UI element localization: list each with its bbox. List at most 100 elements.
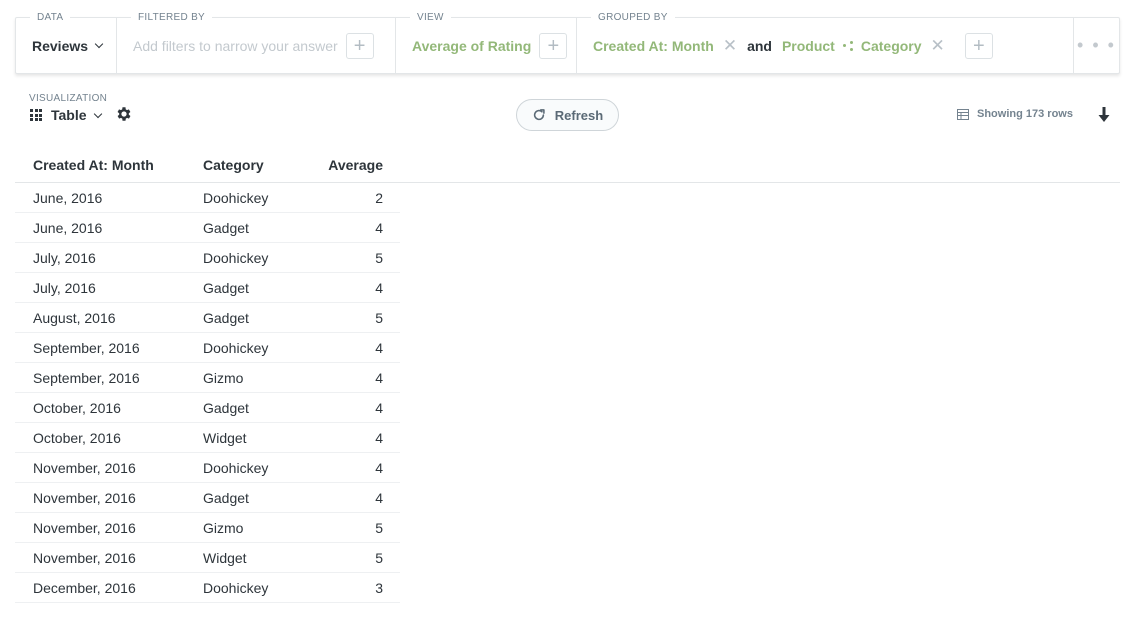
visualization-type-value: Table (51, 107, 87, 123)
refresh-label: Refresh (554, 107, 604, 123)
cell-category[interactable]: Widget (203, 430, 319, 446)
remove-breakout-month-icon[interactable]: ✕ (723, 37, 737, 54)
cell-average[interactable]: 4 (319, 280, 383, 296)
table-row: August, 2016 Gadget 5 (15, 303, 400, 333)
table-icon (957, 108, 969, 120)
cell-month[interactable]: July, 2016 (15, 250, 203, 266)
refresh-icon (533, 109, 545, 121)
table-row: October, 2016 Gadget 4 (15, 393, 400, 423)
connection-icon (842, 40, 853, 51)
cell-average[interactable]: 4 (319, 340, 383, 356)
query-builder-bar: DATA Reviews FILTERED BY Add filters to … (15, 12, 1120, 74)
table-row: October, 2016 Widget 4 (15, 423, 400, 453)
cell-average[interactable]: 5 (319, 310, 383, 326)
header-created-at-month[interactable]: Created At: Month (15, 157, 203, 173)
group-breakout-month[interactable]: Created At: Month (593, 38, 714, 54)
cell-category[interactable]: Gizmo (203, 370, 319, 386)
cell-category[interactable]: Doohickey (203, 190, 319, 206)
more-options-icon[interactable]: • • • (1077, 35, 1116, 56)
cell-category[interactable]: Doohickey (203, 580, 319, 596)
table-row: November, 2016 Doohickey 4 (15, 453, 400, 483)
cell-month[interactable]: September, 2016 (15, 340, 203, 356)
group-joiner: and (747, 37, 772, 54)
group-breakout-field[interactable]: Category (861, 38, 922, 54)
cell-month[interactable]: June, 2016 (15, 220, 203, 236)
add-breakout-button[interactable]: + (964, 32, 993, 59)
cell-average[interactable]: 5 (319, 520, 383, 536)
filter-placeholder[interactable]: Add filters to narrow your answer (133, 38, 338, 54)
data-section-label: DATA (30, 12, 71, 23)
chevron-down-icon (94, 39, 104, 49)
plus-icon: + (547, 34, 560, 57)
view-section: VIEW Average of Rating + (396, 12, 577, 73)
table-row: July, 2016 Gadget 4 (15, 273, 400, 303)
cell-category[interactable]: Doohickey (203, 460, 319, 476)
header-average[interactable]: Average (319, 157, 383, 173)
table-row: November, 2016 Widget 5 (15, 543, 400, 573)
cell-month[interactable]: December, 2016 (15, 580, 203, 596)
cell-average[interactable]: 5 (319, 550, 383, 566)
cell-month[interactable]: November, 2016 (15, 490, 203, 506)
cell-month[interactable]: October, 2016 (15, 430, 203, 446)
cell-month[interactable]: November, 2016 (15, 460, 203, 476)
row-count-info: Showing 173 rows (957, 108, 1073, 120)
header-category[interactable]: Category (203, 157, 319, 173)
group-section-label: GROUPED BY (591, 12, 675, 23)
table-body: June, 2016 Doohickey 2 June, 2016 Gadget 4 Jul… (15, 183, 1120, 603)
data-source-select[interactable]: Reviews (32, 37, 104, 54)
table-row: November, 2016 Gizmo 5 (15, 513, 400, 543)
cell-average[interactable]: 4 (319, 430, 383, 446)
cell-category[interactable]: Gadget (203, 490, 319, 506)
cell-category[interactable]: Doohickey (203, 340, 319, 356)
cell-category[interactable]: Gadget (203, 310, 319, 326)
remove-breakout-category-icon[interactable]: ✕ (931, 37, 945, 54)
table-row: July, 2016 Doohickey 5 (15, 243, 400, 273)
cell-average[interactable]: 2 (319, 190, 383, 206)
download-icon[interactable] (1097, 106, 1111, 124)
view-metric[interactable]: Average of Rating (412, 38, 531, 54)
cell-category[interactable]: Gadget (203, 400, 319, 416)
cell-month[interactable]: August, 2016 (15, 310, 203, 326)
visualization-label: VISUALIZATION (29, 93, 108, 104)
view-section-label: VIEW (410, 12, 451, 23)
cell-category[interactable]: Gadget (203, 220, 319, 236)
add-metric-button[interactable]: + (539, 32, 568, 59)
cell-month[interactable]: October, 2016 (15, 400, 203, 416)
gear-icon[interactable] (115, 105, 133, 123)
cell-month[interactable]: November, 2016 (15, 520, 203, 536)
cell-month[interactable]: June, 2016 (15, 190, 203, 206)
table-row: June, 2016 Gadget 4 (15, 213, 400, 243)
filter-section-label: FILTERED BY (131, 12, 213, 23)
plus-icon: + (972, 34, 985, 57)
data-section: DATA Reviews (16, 12, 117, 73)
cell-category[interactable]: Gizmo (203, 520, 319, 536)
cell-month[interactable]: July, 2016 (15, 280, 203, 296)
cell-category[interactable]: Doohickey (203, 250, 319, 266)
chevron-down-icon (93, 109, 102, 118)
plus-icon: + (353, 34, 366, 57)
table-header: Created At: Month Category Average (15, 147, 1120, 183)
cell-average[interactable]: 4 (319, 220, 383, 236)
cell-month[interactable]: November, 2016 (15, 550, 203, 566)
data-source-value: Reviews (32, 37, 89, 54)
cell-average[interactable]: 4 (319, 370, 383, 386)
table-row: December, 2016 Doohickey 3 (15, 573, 400, 603)
refresh-button[interactable]: Refresh (516, 99, 619, 131)
table-row: November, 2016 Gadget 4 (15, 483, 400, 513)
cell-month[interactable]: September, 2016 (15, 370, 203, 386)
visualization-type-select[interactable]: Table (30, 107, 102, 123)
group-section: GROUPED BY Created At: Month ✕ and Produ… (577, 12, 1074, 73)
filter-section: FILTERED BY Add filters to narrow your a… (117, 12, 396, 73)
cell-average[interactable]: 4 (319, 460, 383, 476)
add-filter-button[interactable]: + (345, 32, 374, 59)
cell-average[interactable]: 4 (319, 400, 383, 416)
cell-average[interactable]: 3 (319, 580, 383, 596)
cell-category[interactable]: Widget (203, 550, 319, 566)
group-breakout-table[interactable]: Product (782, 38, 835, 54)
table-row: June, 2016 Doohickey 2 (15, 183, 400, 213)
more-section: • • • (1074, 18, 1119, 73)
cell-average[interactable]: 5 (319, 250, 383, 266)
cell-average[interactable]: 4 (319, 490, 383, 506)
cell-category[interactable]: Gadget (203, 280, 319, 296)
table-grid-icon (30, 109, 42, 121)
